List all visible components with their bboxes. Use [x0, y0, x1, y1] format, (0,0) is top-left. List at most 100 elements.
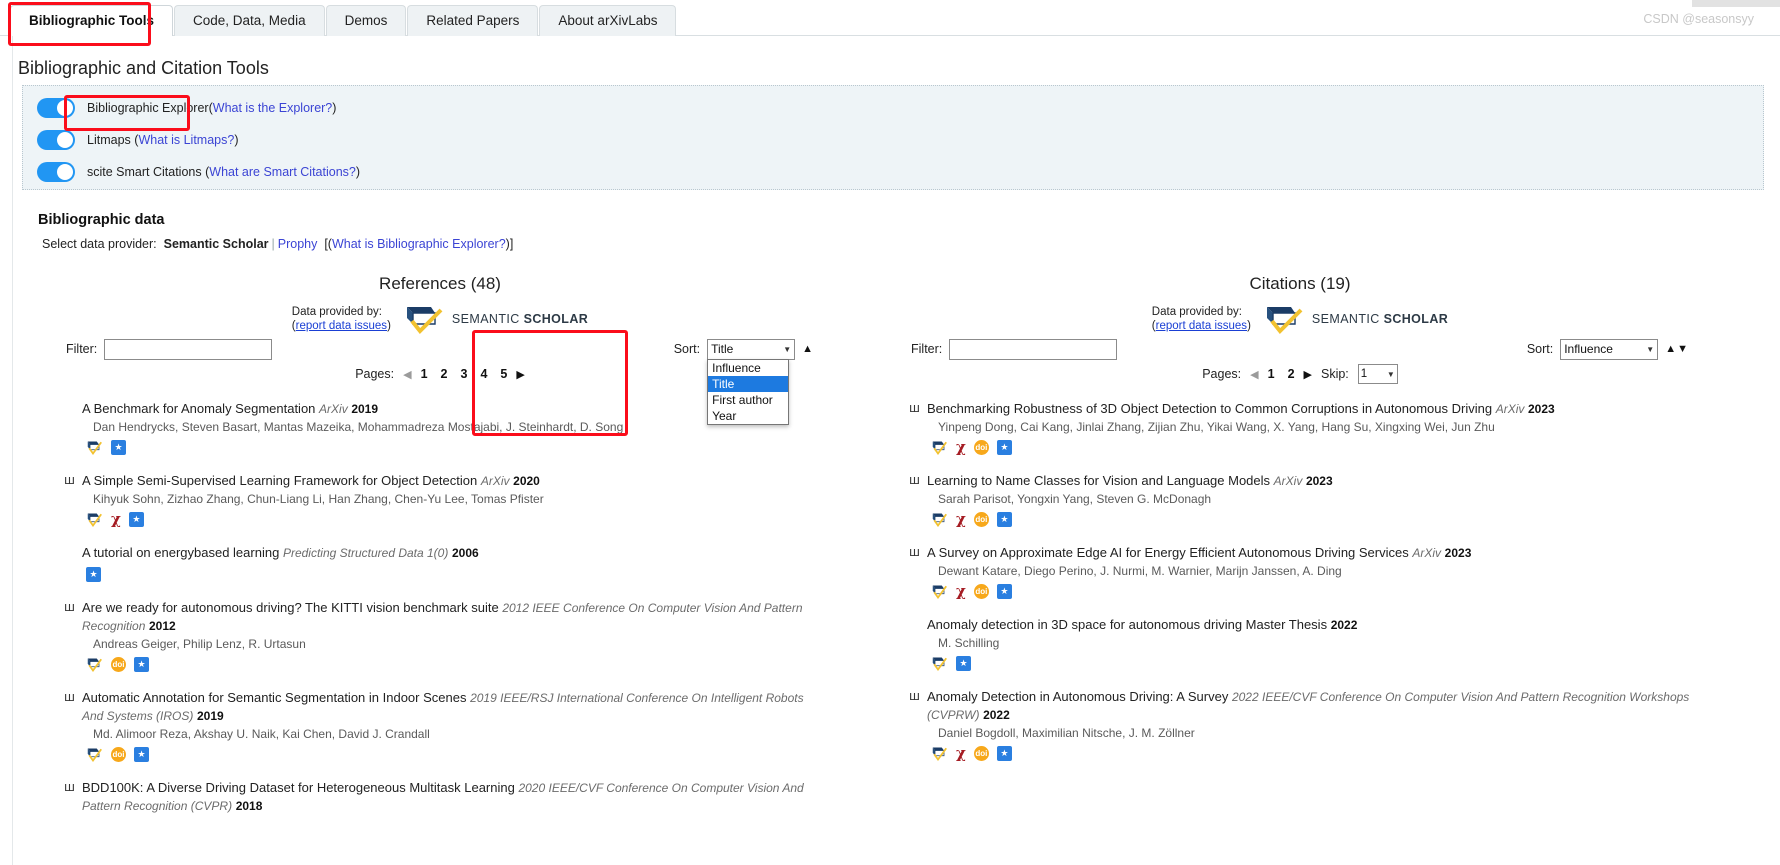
scite-icon[interactable]: ★ [996, 745, 1012, 761]
citations-filter-input[interactable] [949, 338, 1118, 360]
arxiv-icon[interactable]: χ [956, 584, 966, 599]
toggle-label-scite-smart-citations: scite Smart Citations (What are Smart Ci… [87, 165, 360, 179]
citations-prev-page-arrow[interactable]: ◀ [1250, 368, 1258, 381]
references-page-numbers: 12345 [421, 367, 508, 381]
page-number[interactable]: 3 [460, 367, 467, 381]
explorer-help-link[interactable]: What is the Explorer? [213, 101, 333, 115]
semantic-scholar-icon[interactable] [86, 747, 103, 762]
scite-icon[interactable]: ★ [111, 439, 126, 455]
scite-icon[interactable]: ★ [86, 566, 101, 582]
citations-entry-list: ш Benchmarking Robustness of 3D Object De… [905, 400, 1695, 762]
page-number[interactable]: 1 [421, 367, 428, 381]
list-item: ш Benchmarking Robustness of 3D Object De… [905, 400, 1695, 456]
arxiv-icon[interactable]: χ [111, 512, 121, 527]
semantic-scholar-icon[interactable] [931, 440, 948, 455]
entry-title[interactable]: A Benchmark for Anomaly Segmentation [82, 401, 315, 416]
references-report-data-issues-link[interactable]: report data issues [296, 320, 387, 332]
scite-icon[interactable]: ★ [996, 583, 1012, 599]
entry-title[interactable]: A tutorial on energybased learning [82, 545, 279, 560]
entry-icon-row: ★ [86, 565, 820, 583]
page-number[interactable]: 2 [441, 367, 448, 381]
scite-icon[interactable]: ★ [996, 439, 1012, 455]
citations-pager: Pages: ◀ 12 ▶ Skip: 1 ▼ [905, 362, 1695, 386]
tab-bibliographic-tools[interactable]: Bibliographic Tools [10, 5, 174, 36]
entry-title[interactable]: Benchmarking Robustness of 3D Object Det… [927, 401, 1492, 416]
entry-title[interactable]: BDD100K: A Diverse Driving Dataset for H… [82, 780, 515, 795]
provider-separator: | [271, 237, 275, 251]
entry-title[interactable]: Learning to Name Classes for Vision and … [927, 473, 1270, 488]
sort-option-first-author[interactable]: First author [708, 392, 788, 408]
citations-report-data-issues-link[interactable]: report data issues [1156, 320, 1247, 332]
asc-arrow-icon[interactable]: ▲ [1665, 343, 1677, 355]
sort-option-year[interactable]: Year [708, 408, 788, 424]
scite-icon[interactable]: ★ [134, 656, 149, 672]
scite-icon[interactable]: ★ [996, 511, 1012, 527]
scite-icon[interactable]: ★ [128, 511, 144, 527]
semantic-scholar-icon[interactable] [86, 657, 103, 672]
page-number[interactable]: 4 [480, 367, 487, 381]
references-sort-select[interactable]: Title ▼ Influence Title First author Year [707, 338, 796, 425]
doi-icon[interactable]: doi [973, 511, 989, 527]
left-rule [12, 36, 13, 865]
arxiv-icon[interactable]: χ [956, 746, 966, 761]
entry-title[interactable]: Anomaly detection in 3D space for autono… [927, 617, 1327, 632]
entry-title[interactable]: A Simple Semi-Supervised Learning Framew… [82, 473, 477, 488]
scite-icon[interactable]: ★ [956, 655, 971, 671]
doi-icon[interactable]: doi [973, 745, 989, 761]
semantic-scholar-icon[interactable] [931, 746, 948, 761]
semantic-scholar-icon[interactable] [931, 656, 948, 671]
doi-icon[interactable]: doi [111, 746, 126, 762]
references-column: References (48) Data provided by: (repor… [60, 274, 820, 831]
entry-title-line: A Simple Semi-Supervised Learning Framew… [82, 472, 820, 490]
tab-about-arxivlabs[interactable]: About arXivLabs [539, 5, 677, 36]
wordmark-bold: SCHOLAR [523, 312, 589, 326]
scite-icon[interactable]: ★ [134, 746, 149, 762]
entry-title[interactable]: A Survey on Approximate Edge AI for Ener… [927, 545, 1409, 560]
tab-related-papers[interactable]: Related Papers [407, 5, 539, 36]
toggle-scite-smart-citations[interactable] [37, 162, 75, 182]
semantic-scholar-icon[interactable] [86, 512, 103, 527]
doi-icon[interactable]: doi [973, 439, 989, 455]
arxiv-icon[interactable]: χ [956, 512, 966, 527]
desc-arrow-icon[interactable]: ▼ [1677, 343, 1689, 355]
page-number[interactable]: 5 [500, 367, 507, 381]
references-prev-page-arrow[interactable]: ◀ [403, 368, 411, 381]
entry-authors: Md. Alimoor Reza, Akshay U. Naik, Kai Ch… [93, 727, 430, 741]
references-next-page-arrow[interactable]: ▶ [516, 368, 524, 381]
list-item: ш Learning to Name Classes for Vision and… [905, 472, 1695, 528]
references-filter-input[interactable] [104, 338, 273, 360]
entry-icon-row: χ doi ★ [931, 510, 1695, 528]
tab-demos[interactable]: Demos [325, 5, 407, 36]
semantic-scholar-icon[interactable] [931, 584, 948, 599]
litmaps-help-link[interactable]: What is Litmaps? [138, 133, 234, 147]
citations-skip-value: 1 [1360, 368, 1368, 380]
provider-prophy[interactable]: Prophy [278, 237, 318, 251]
references-sort-direction-asc[interactable]: ▲ [802, 343, 814, 355]
bibliographic-explorer-help-link[interactable]: What is Bibliographic Explorer? [332, 237, 506, 251]
page-number[interactable]: 2 [1288, 367, 1295, 381]
toggle-bibliographic-explorer[interactable] [37, 98, 75, 118]
semantic-scholar-icon[interactable] [931, 512, 948, 527]
arxiv-icon[interactable]: χ [956, 440, 966, 455]
sort-option-title[interactable]: Title [708, 375, 789, 392]
tab-code-data-media[interactable]: Code, Data, Media [174, 5, 325, 36]
provider-semantic-scholar[interactable]: Semantic Scholar [164, 237, 269, 251]
citations-sort-select[interactable]: Influence ▼ [1560, 338, 1659, 360]
citations-skip-select[interactable]: 1 ▼ [1357, 364, 1398, 384]
doi-icon[interactable]: doi [111, 656, 126, 672]
entry-title[interactable]: Automatic Annotation for Semantic Segmen… [82, 690, 466, 705]
scite-help-link[interactable]: What are Smart Citations? [209, 165, 356, 179]
page-number[interactable]: 1 [1268, 367, 1275, 381]
paren-close: ) [355, 165, 361, 179]
sort-option-influence[interactable]: Influence [708, 360, 788, 376]
references-title: References (48) [379, 274, 501, 293]
list-item: ш BDD100K: A Diverse Driving Dataset for … [60, 779, 820, 815]
semantic-scholar-icon[interactable] [86, 440, 103, 455]
citations-sort-direction[interactable]: ▲▼ [1665, 343, 1689, 355]
references-sort-dropdown[interactable]: Influence Title First author Year [707, 358, 790, 425]
entry-title[interactable]: Are we ready for autonomous driving? The… [82, 600, 499, 615]
citations-next-page-arrow[interactable]: ▶ [1304, 368, 1312, 381]
doi-icon[interactable]: doi [973, 583, 989, 599]
entry-title[interactable]: Anomaly Detection in Autonomous Driving:… [927, 689, 1228, 704]
toggle-litmaps[interactable] [37, 130, 75, 150]
